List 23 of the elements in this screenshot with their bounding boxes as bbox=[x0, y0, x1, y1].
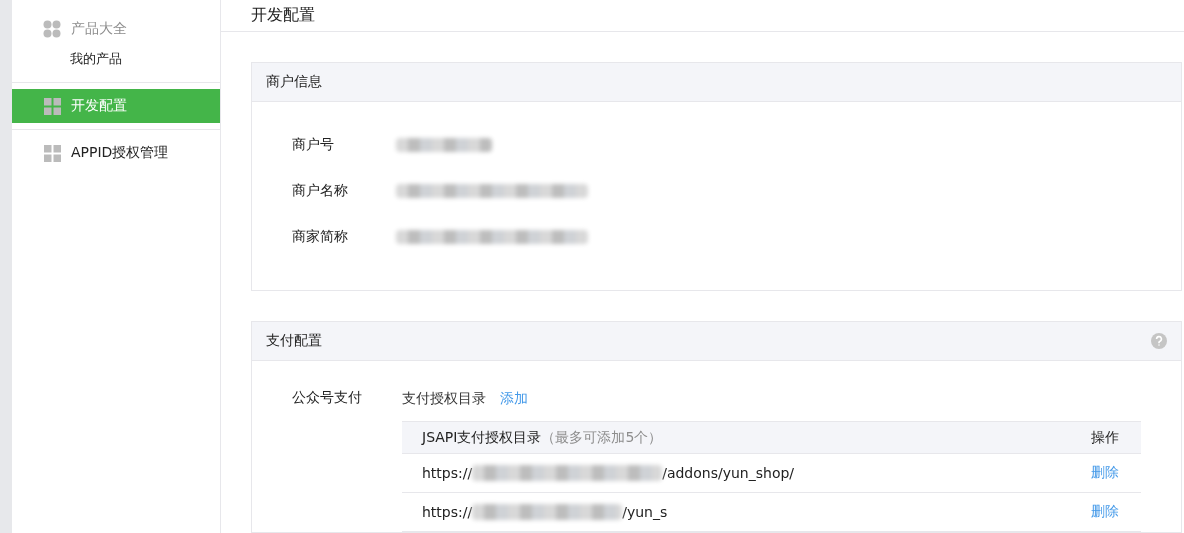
column-header: 操作 bbox=[1091, 428, 1119, 447]
section-label: 公众号支付 bbox=[292, 389, 363, 407]
delete-link[interactable]: 删除 bbox=[1091, 503, 1119, 521]
card-title: 支付配置 bbox=[266, 332, 322, 350]
column-header: JSAPI支付授权目录（最多可添加5个） bbox=[422, 428, 663, 447]
delete-link[interactable]: 删除 bbox=[1091, 464, 1119, 482]
menu-item[interactable]: APPID授权管理 bbox=[12, 136, 220, 170]
page-title: 开发配置 bbox=[251, 5, 315, 26]
table-cell: https:// /yun_s bbox=[422, 504, 668, 520]
grid-icon bbox=[44, 97, 61, 115]
card-title: 商户信息 bbox=[266, 73, 322, 91]
field-label: 商家简称 bbox=[292, 228, 349, 246]
group-label: 产品大全 bbox=[71, 20, 127, 38]
field-label: 商户名称 bbox=[292, 182, 349, 200]
section-subtitle: 支付授权目录 bbox=[402, 390, 486, 408]
grid-icon bbox=[43, 20, 61, 38]
help-icon[interactable] bbox=[1151, 333, 1167, 349]
table-cell: https:// /addons/yun_shop/ bbox=[422, 465, 795, 481]
menu-item[interactable]: 我的产品 bbox=[12, 42, 220, 76]
field-label: 商户号 bbox=[292, 136, 335, 154]
grid-icon bbox=[44, 144, 61, 162]
add-link[interactable]: 添加 bbox=[500, 390, 528, 408]
menu-item[interactable]: 开发配置 bbox=[12, 89, 220, 123]
